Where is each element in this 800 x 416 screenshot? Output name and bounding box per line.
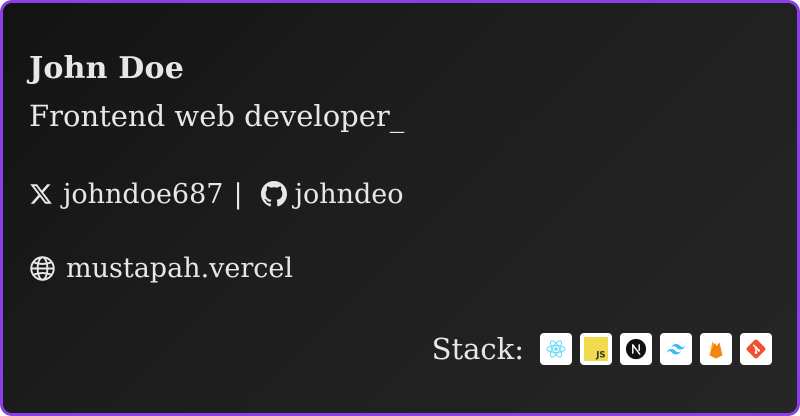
globe-icon <box>30 255 55 281</box>
social-links: johndoe687 | johndeo <box>29 176 404 212</box>
profile-name: John Doe <box>29 51 184 86</box>
twitter-link[interactable]: johndoe687 <box>29 179 223 210</box>
git-icon <box>740 333 772 365</box>
firebase-icon <box>700 333 732 365</box>
twitter-handle: johndoe687 <box>63 178 224 210</box>
profile-card: John Doe Frontend web developer_ johndoe… <box>0 0 800 416</box>
github-handle: johndeo <box>294 178 404 210</box>
tech-stack: Stack: JS <box>432 331 772 367</box>
website-url: mustapah.vercel <box>66 252 294 284</box>
github-icon <box>260 181 287 207</box>
profile-role: Frontend web developer_ <box>29 99 405 133</box>
tailwind-icon <box>660 333 692 365</box>
website-link[interactable]: mustapah.vercel <box>29 250 293 286</box>
react-icon <box>540 333 572 365</box>
social-separator: | <box>233 178 243 210</box>
javascript-icon-label: JS <box>595 351 605 361</box>
nextjs-icon <box>620 333 652 365</box>
tech-stack-icons: JS <box>540 333 772 365</box>
github-link[interactable]: johndeo <box>260 178 404 210</box>
javascript-icon: JS <box>580 333 612 365</box>
stack-label: Stack: <box>431 332 524 366</box>
x-icon <box>30 184 52 204</box>
